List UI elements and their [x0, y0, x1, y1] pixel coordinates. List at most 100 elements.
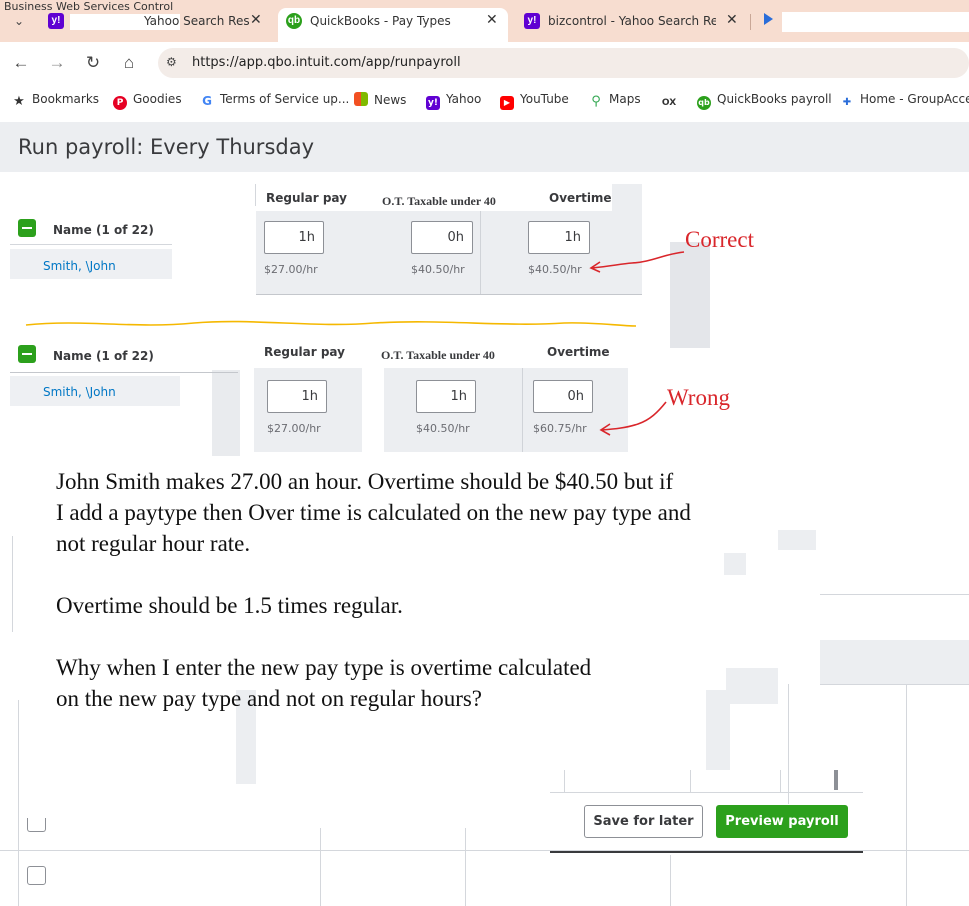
- ot-taxable-rate: $40.50/hr: [416, 422, 470, 435]
- bookmark-label: QuickBooks payroll: [717, 92, 832, 106]
- home-icon[interactable]: ⌂: [118, 52, 140, 74]
- tab-search-chevron-icon[interactable]: ⌄: [6, 11, 32, 31]
- bookmark-label: Terms of Service up...: [220, 92, 350, 106]
- bookmark-label: YouTube: [520, 92, 569, 106]
- regular-rate: $27.00/hr: [267, 422, 321, 435]
- select-all-checkbox[interactable]: [18, 345, 36, 363]
- ot-taxable-rate: $40.50/hr: [411, 263, 465, 276]
- browser-tab-quickbooks-pay-types[interactable]: qb QuickBooks - Pay Types ✕: [278, 8, 508, 42]
- footer-divider: [550, 851, 863, 853]
- regular-hours-input[interactable]: 1h: [267, 380, 327, 413]
- yahoo-icon: y!: [426, 96, 440, 110]
- grid-line: [10, 372, 238, 373]
- scrollbar-thumb[interactable]: [834, 770, 838, 790]
- browser-tab-strip: Business Web Services Control ⌄ y! Yahoo…: [0, 0, 969, 42]
- background-fragment: [820, 640, 969, 684]
- grid-line: [480, 211, 481, 295]
- yellow-divider-line: [25, 320, 637, 327]
- save-for-later-button[interactable]: Save for later: [584, 805, 703, 838]
- tab-close-icon[interactable]: ✕: [486, 11, 498, 28]
- tab-label: QuickBooks - Pay Types: [310, 14, 451, 28]
- select-all-checkbox[interactable]: [18, 219, 36, 237]
- site-settings-icon[interactable]: ⚙: [166, 55, 177, 69]
- background-fragment: [724, 553, 746, 575]
- question-text-line: John Smith makes 27.00 an hour. Overtime…: [56, 469, 674, 494]
- yahoo-icon: y!: [48, 13, 64, 29]
- regular-pay-header: Regular pay: [264, 345, 345, 359]
- bookmark-home-groupaccess[interactable]: ✚ Home - GroupAcces: [840, 92, 969, 110]
- bookmark-yahoo[interactable]: y! Yahoo: [426, 92, 481, 110]
- tab-label: Yahoo Search Res: [144, 14, 250, 28]
- bookmark-terms-of-service[interactable]: G Terms of Service up...: [200, 92, 349, 108]
- google-icon: G: [202, 94, 212, 108]
- regular-rate: $27.00/hr: [264, 263, 318, 276]
- pinterest-icon: P: [113, 96, 127, 110]
- tab-separator: [750, 14, 751, 30]
- regular-hours-input[interactable]: 1h: [264, 221, 324, 254]
- grid-line: [564, 770, 565, 792]
- maps-pin-icon: ⚲: [591, 94, 601, 109]
- forward-arrow-icon[interactable]: →: [46, 52, 68, 74]
- microsoft-icon: [354, 92, 368, 106]
- address-url[interactable]: https://app.qbo.intuit.com/app/runpayrol…: [192, 55, 461, 70]
- background-fragment: [778, 530, 816, 550]
- question-text-line: on the new pay type and not on regular h…: [56, 686, 483, 711]
- play-icon[interactable]: [764, 13, 773, 25]
- youtube-icon: ▶: [500, 96, 514, 110]
- redacted-block: [782, 12, 969, 32]
- star-icon: ★: [13, 94, 25, 109]
- grid-line: [12, 536, 13, 632]
- question-text-line: I add a paytype then Over time is calcul…: [56, 500, 691, 525]
- browser-tab-bizcontrol[interactable]: y! bizcontrol - Yahoo Search Resul ✕: [516, 8, 748, 42]
- bookmarks-bar: ★ Bookmarks P Goodies G Terms of Service up…: [0, 86, 969, 114]
- yahoo-icon: y!: [524, 13, 540, 29]
- grid-line: [10, 244, 172, 245]
- grid-line: [820, 594, 969, 595]
- bookmark-quickbooks-payroll[interactable]: qb QuickBooks payroll: [697, 92, 832, 110]
- annotation-wrong-label: Wrong: [667, 385, 730, 410]
- bookmark-maps[interactable]: ⚲ Maps: [589, 92, 641, 109]
- quickbooks-icon: qb: [286, 13, 302, 29]
- employee-name-link[interactable]: Smith, \John: [43, 385, 116, 399]
- bookmark-goodies[interactable]: P Goodies: [113, 92, 182, 110]
- overtime-header: Overtime: [547, 345, 610, 359]
- browser-tab-yahoo-search[interactable]: y! Yahoo Search Res ✕: [40, 8, 272, 42]
- question-text-line: Overtime should be 1.5 times regular.: [56, 593, 403, 618]
- address-bar[interactable]: ⚙ https://app.qbo.intuit.com/app/runpayr…: [158, 48, 969, 78]
- grid-line: [18, 700, 19, 906]
- row-checkbox[interactable]: [27, 818, 46, 832]
- ot-taxable-header: O.T. Taxable under 40: [381, 348, 495, 362]
- question-text-line: Why when I enter the new pay type is ove…: [56, 655, 592, 680]
- tab-close-icon[interactable]: ✕: [726, 11, 738, 28]
- ox-icon: OX: [661, 98, 677, 108]
- employee-name-link[interactable]: Smith, \John: [43, 259, 116, 273]
- overtime-header: Overtime: [549, 191, 612, 205]
- tab-close-icon[interactable]: ✕: [250, 11, 262, 28]
- preview-payroll-button[interactable]: Preview payroll: [716, 805, 848, 838]
- ot-taxable-hours-input[interactable]: 1h: [416, 380, 476, 413]
- bookmark-bookmarks[interactable]: ★ Bookmarks: [12, 92, 99, 109]
- bookmark-news[interactable]: News: [354, 92, 406, 107]
- grid-line: [320, 828, 321, 906]
- overtime-hours-input[interactable]: 0h: [533, 380, 593, 413]
- reload-icon[interactable]: ↻: [82, 52, 104, 74]
- grid-line: [255, 184, 256, 206]
- bookmark-ox[interactable]: OX: [660, 92, 684, 110]
- bookmark-label: News: [374, 93, 407, 107]
- grid-line: [256, 294, 642, 295]
- tab-label: bizcontrol - Yahoo Search Resul: [548, 14, 716, 28]
- grid-line: [522, 368, 523, 452]
- name-column-header: Name (1 of 22): [53, 223, 154, 237]
- grid-line: [550, 792, 863, 793]
- annotation-arrow-wrong: [599, 401, 667, 436]
- bookmark-youtube[interactable]: ▶ YouTube: [500, 92, 569, 110]
- annotation-arrow-correct: [589, 251, 685, 273]
- grid-line: [820, 684, 969, 685]
- question-text-line: not regular hour rate.: [56, 531, 251, 556]
- ot-taxable-hours-input[interactable]: 0h: [411, 221, 473, 254]
- grid-line: [690, 770, 691, 792]
- back-arrow-icon[interactable]: ←: [10, 52, 32, 74]
- background-fragment: [612, 184, 642, 212]
- bookmark-label: Maps: [609, 92, 641, 106]
- row-checkbox[interactable]: [27, 866, 46, 885]
